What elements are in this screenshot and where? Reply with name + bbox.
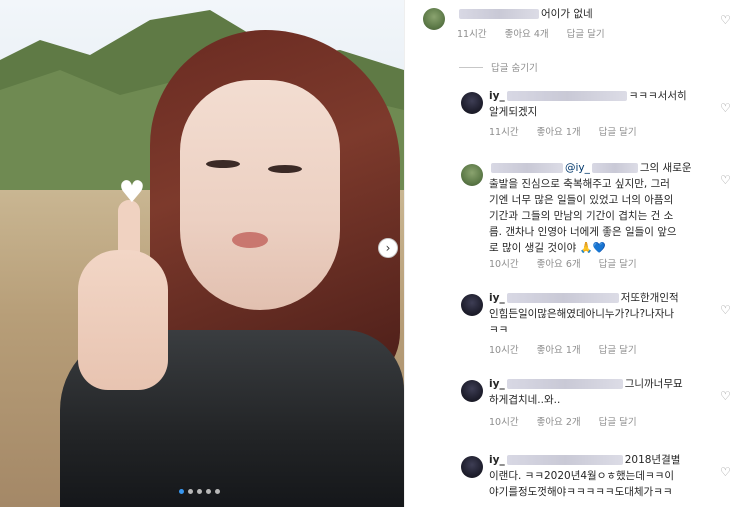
blue-heart-icon: 💙	[592, 242, 606, 254]
reply-button[interactable]: 답글 달기	[599, 414, 637, 428]
comment-body: 이랜다. ㅋㅋ2020년4월ㅇㅎ했는데ㅋㅋ이	[489, 470, 674, 482]
blurred-username	[506, 379, 623, 389]
hide-replies-toggle[interactable]: 답글 숨기기	[459, 60, 538, 74]
comment-likes[interactable]: 좋아요 2개	[537, 414, 581, 428]
comment-body: 2018년결별	[624, 454, 681, 466]
carousel-dot	[215, 489, 220, 494]
comment-time: 10시간	[489, 259, 519, 270]
comment-time: 11시간	[489, 127, 519, 138]
comment-body: 하게겹치네..와..	[489, 394, 561, 406]
divider	[459, 66, 483, 68]
comment-likes[interactable]: 좋아요 1개	[537, 124, 581, 138]
avatar[interactable]	[461, 92, 483, 114]
reply-button[interactable]: 답글 달기	[599, 256, 637, 270]
comment-body: 그의 새로운	[639, 162, 692, 174]
blurred-username	[506, 293, 619, 303]
comment-time: 10시간	[489, 417, 519, 428]
photo-eye-right	[268, 165, 302, 173]
comment-text: iy_ 저또한개인적 인힘든일이많은해였데아니누가?나?나자나 ㅋㅋ	[489, 290, 679, 338]
comment-body: 기엔 너무 많은 일들이 있었고 너의 아픔의	[489, 194, 674, 206]
comments-panel: 어이가 없네 11시간 좋아요 4개 답글 달기 ♡ 답글 숨기기 iy_ ㅋㅋㅋ…	[404, 0, 745, 507]
comment-body: 저또한개인적	[620, 292, 679, 304]
comment-body: 기간과 그들의 만남의 기간이 겹치는 건 소	[489, 210, 674, 222]
carousel-dot	[188, 489, 193, 494]
white-heart-icon: ♥	[118, 175, 146, 210]
photo-hand	[78, 250, 168, 390]
comment-body: 로 많이 생길 것이야	[489, 242, 577, 254]
avatar[interactable]	[461, 164, 483, 186]
username[interactable]: iy_	[489, 454, 505, 466]
comment-meta: 11시간 좋아요 1개 답글 달기	[489, 124, 637, 138]
photo-face	[180, 80, 340, 310]
comment-body: 알게되겠지	[489, 106, 538, 118]
reply-button[interactable]: 답글 달기	[567, 26, 605, 40]
comment-body: 그니까너무묘	[624, 378, 683, 390]
carousel-dot	[206, 489, 211, 494]
comment-body: 야기를정도껏해야ㅋㅋㅋㅋㅋ도대체가ㅋㅋ	[489, 486, 673, 498]
comment-likes[interactable]: 좋아요 6개	[537, 256, 581, 270]
comment-body: 어이가 없네	[541, 8, 593, 20]
mention-link[interactable]: @iy_	[565, 162, 590, 174]
heart-outline-icon[interactable]: ♡	[720, 102, 732, 114]
comment-meta: 11시간 좋아요 4개 답글 달기	[457, 26, 605, 40]
comment-meta: 10시간 좋아요 6개 답글 달기	[489, 256, 637, 270]
username[interactable]: iy_	[489, 90, 505, 102]
username[interactable]: iy_	[489, 378, 505, 390]
comment-body: ㅋㅋㅋ서서히	[628, 90, 687, 102]
blurred-username	[591, 163, 638, 173]
blurred-username	[506, 455, 623, 465]
hide-replies-label: 답글 숨기기	[491, 63, 538, 74]
comment-body: 름. 갠차나 인영아 너에게 좋은 일들이 앞으	[489, 226, 677, 238]
avatar[interactable]	[461, 380, 483, 402]
carousel-dot	[179, 489, 184, 494]
comment-text: @iy_ 그의 새로운 출발을 진심으로 축복해주고 싶지만, 그러 기엔 너무 …	[489, 160, 692, 256]
comment-likes[interactable]: 좋아요 1개	[537, 342, 581, 356]
comment-body: 출발을 진심으로 축복해주고 싶지만, 그러	[489, 178, 670, 190]
username[interactable]: iy_	[489, 292, 505, 304]
photo-eye-left	[206, 160, 240, 168]
carousel-dot	[197, 489, 202, 494]
comment-text: iy_ 그니까너무묘 하게겹치네..와..	[489, 376, 683, 408]
reply-button[interactable]: 답글 달기	[599, 124, 637, 138]
blurred-username	[459, 9, 539, 19]
comment-body: ㅋㅋ	[489, 324, 509, 336]
comment-time: 11시간	[457, 29, 487, 40]
comment-text: 어이가 없네	[457, 6, 593, 22]
photo-lips	[232, 232, 268, 248]
comment-likes[interactable]: 좋아요 4개	[505, 26, 549, 40]
avatar[interactable]	[461, 456, 483, 478]
heart-outline-icon[interactable]: ♡	[720, 304, 732, 316]
blurred-username	[506, 91, 627, 101]
carousel-dots	[179, 489, 220, 494]
comment-time: 10시간	[489, 345, 519, 356]
comment-body: 인힘든일이많은해였데아니누가?나?나자나	[489, 308, 675, 320]
comment-text: iy_ 2018년결별 이랜다. ㅋㅋ2020년4월ㅇㅎ했는데ㅋㅋ이 야기를정도껏…	[489, 452, 680, 500]
comment-text: iy_ ㅋㅋㅋ서서히 알게되겠지	[489, 88, 687, 120]
heart-outline-icon[interactable]: ♡	[720, 174, 732, 186]
praying-hands-icon: 🙏	[579, 242, 593, 254]
comment-meta: 10시간 좋아요 2개 답글 달기	[489, 414, 637, 428]
reply-button[interactable]: 답글 달기	[599, 342, 637, 356]
chevron-right-icon[interactable]: ›	[378, 238, 398, 258]
avatar[interactable]	[423, 8, 445, 30]
blurred-username	[491, 163, 563, 173]
avatar[interactable]	[461, 294, 483, 316]
heart-outline-icon[interactable]: ♡	[720, 466, 732, 478]
heart-outline-icon[interactable]: ♡	[720, 14, 732, 26]
post-photo[interactable]: ♥ ›	[0, 0, 404, 507]
comment-meta: 10시간 좋아요 1개 답글 달기	[489, 342, 637, 356]
heart-outline-icon[interactable]: ♡	[720, 390, 732, 402]
